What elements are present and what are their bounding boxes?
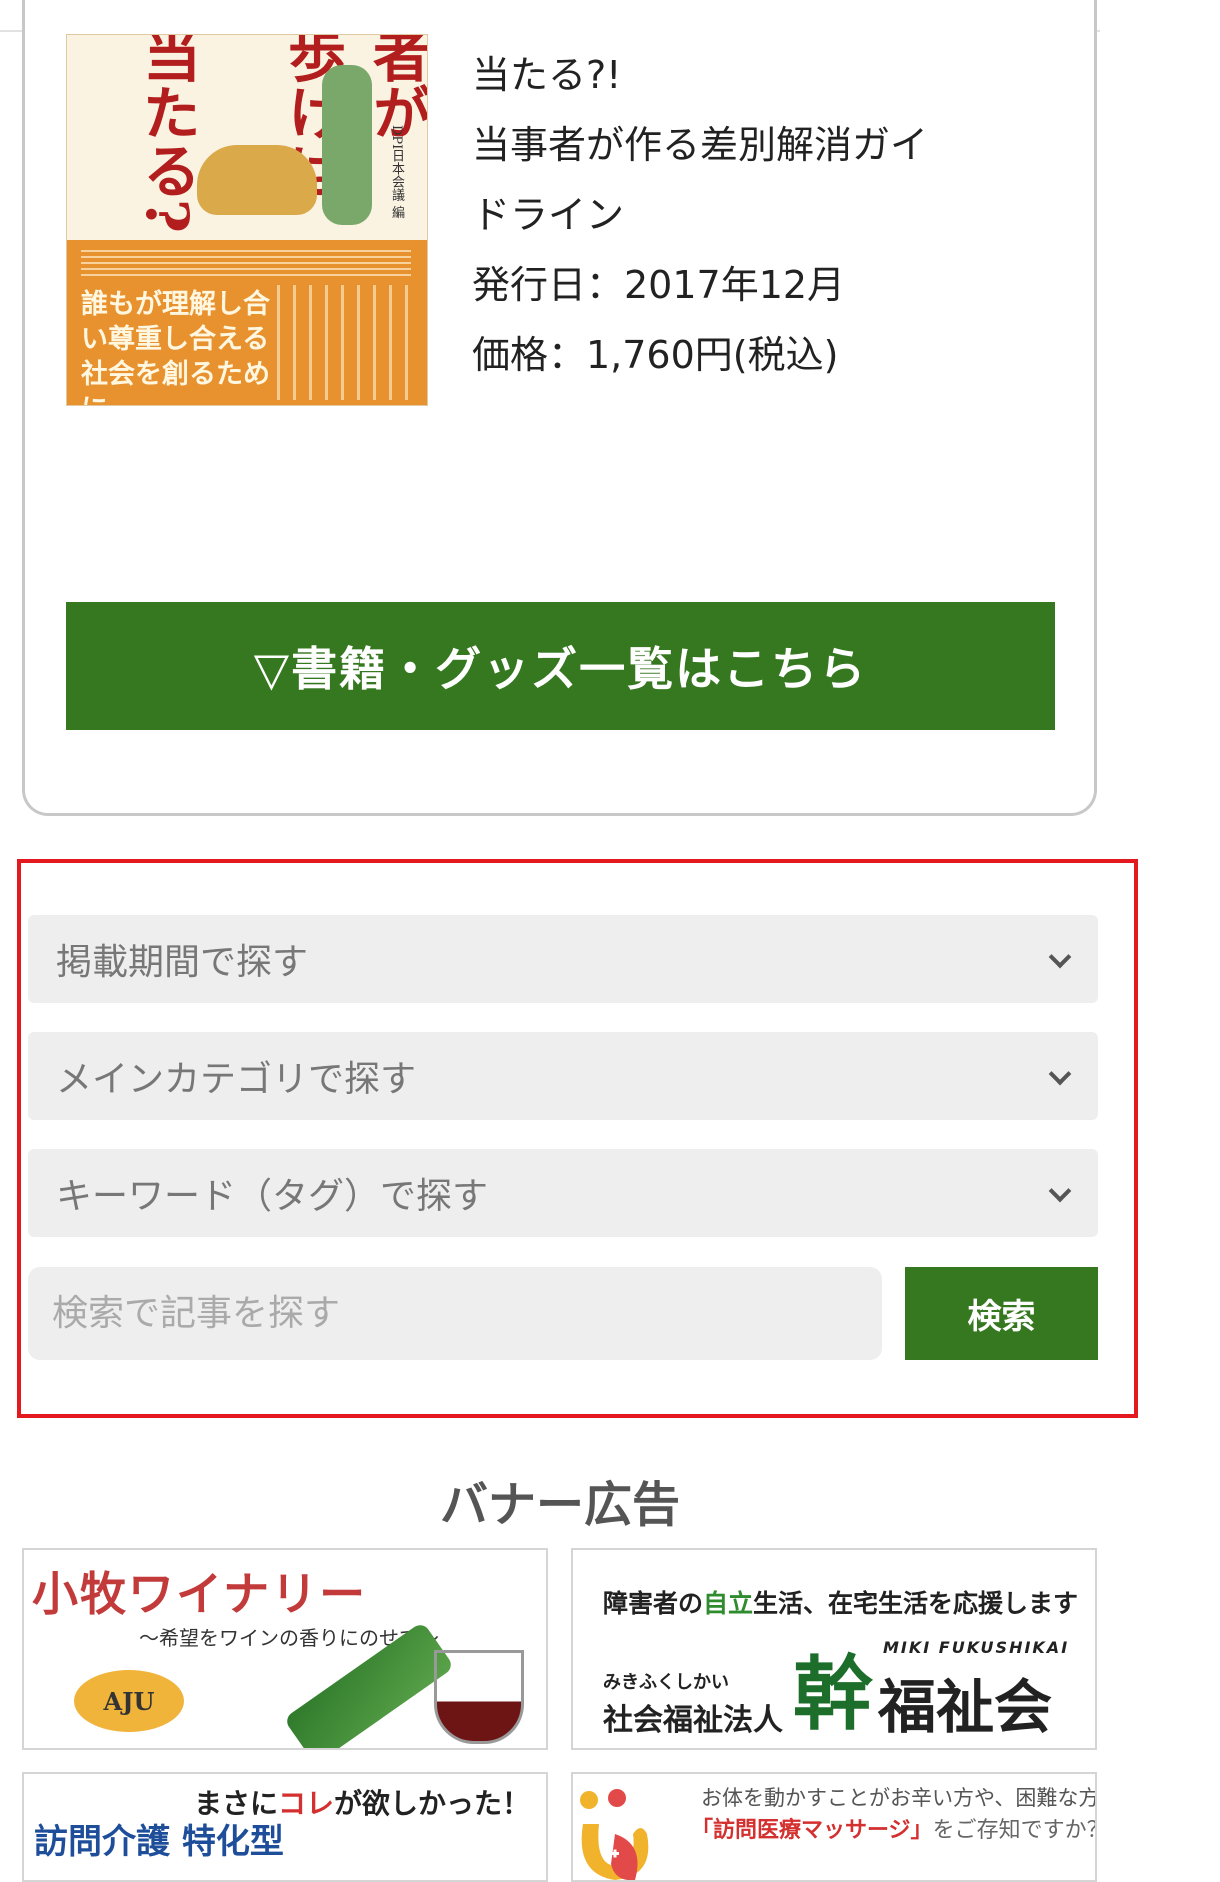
- miki-reading: みきふくしかい: [603, 1672, 729, 1693]
- miki-kanji-logo: 幹: [793, 1647, 873, 1741]
- search-button[interactable]: 検索: [905, 1267, 1098, 1360]
- keyword-select[interactable]: キーワード（タグ）で探す: [28, 1149, 1098, 1237]
- wine-glass-icon: [434, 1650, 524, 1744]
- komaki-winery-banner[interactable]: 小牧ワイナリー 〜希望をワインの香りにのせて〜 AJU: [22, 1548, 548, 1750]
- komaki-title: 小牧ワイナリー: [32, 1567, 368, 1621]
- search-input[interactable]: [28, 1267, 882, 1360]
- home-care-subhead: 訪問介護 特化型: [34, 1822, 284, 1862]
- cover-subtitle: 誰もが理解し合い尊重し合える社会を創るために: [81, 289, 270, 405]
- miki-name: 福祉会: [878, 1673, 1053, 1741]
- book-title-line3: ドライン: [472, 193, 625, 237]
- period-select[interactable]: 掲載期間で探す: [28, 915, 1098, 1003]
- chevron-down-icon: [1048, 1062, 1072, 1086]
- books-goods-list-button[interactable]: ▽書籍・グッズ一覧はこちら: [66, 602, 1055, 730]
- book-title-line1: 当たる?!: [472, 53, 622, 97]
- massage-line2: 「訪問医療マッサージ」をご存知ですか？: [691, 1818, 1097, 1843]
- banner-heading: バナー広告: [439, 1477, 680, 1533]
- aju-logo: AJU: [74, 1670, 184, 1732]
- home-care-banner[interactable]: まさにコレが欲しかった！ 訪問介護 特化型: [22, 1772, 548, 1882]
- cover-text-lines: [81, 250, 411, 280]
- guide-dog-illustration: [197, 145, 317, 215]
- person-illustration: [322, 65, 372, 225]
- miki-english: MIKI FUKUSHIKAI: [883, 1638, 1070, 1657]
- book-price: 価格：1,760円(税込): [472, 333, 839, 377]
- massage-banner[interactable]: お体を動かすことがお辛い方や、困難な方 「訪問医療マッサージ」をご存知ですか？: [571, 1772, 1097, 1882]
- book-publish-date: 発行日：2017年12月: [472, 263, 846, 307]
- category-select[interactable]: メインカテゴリで探す: [28, 1032, 1098, 1120]
- book-title-line2: 当事者が作る差別解消ガイ: [472, 123, 929, 167]
- cover-org: DPI日本会議 編: [389, 125, 404, 219]
- book-cover-image[interactable]: 者が 歩けば 当たる?! DPI日本会議 編 誰もが理解し合い尊重し合える社会を…: [66, 34, 428, 406]
- massage-line1: お体を動かすことがお辛い方や、困難な方: [701, 1786, 1097, 1810]
- period-select-label: 掲載期間で探す: [56, 942, 309, 983]
- chevron-down-icon: [1048, 1179, 1072, 1203]
- category-select-label: メインカテゴリで探す: [56, 1059, 417, 1100]
- keyword-select-label: キーワード（タグ）で探す: [56, 1176, 489, 1217]
- book-info: 当たる?! 当事者が作る差別解消ガイ ドライン 発行日：2017年12月 価格：…: [472, 40, 1032, 390]
- cover-text-columns: [277, 285, 417, 400]
- miki-fukushikai-banner[interactable]: 障害者の自立生活、在宅生活を応援します みきふくしかい 社会福祉法人 幹 MIK…: [571, 1548, 1097, 1750]
- chevron-down-icon: [1048, 945, 1072, 969]
- massage-logo-icon: [580, 1789, 649, 1880]
- miki-corp: 社会福祉法人: [603, 1703, 783, 1738]
- cover-title-col3: 当たる?!: [133, 34, 201, 259]
- miki-tagline: 障害者の自立生活、在宅生活を応援します: [603, 1589, 1079, 1618]
